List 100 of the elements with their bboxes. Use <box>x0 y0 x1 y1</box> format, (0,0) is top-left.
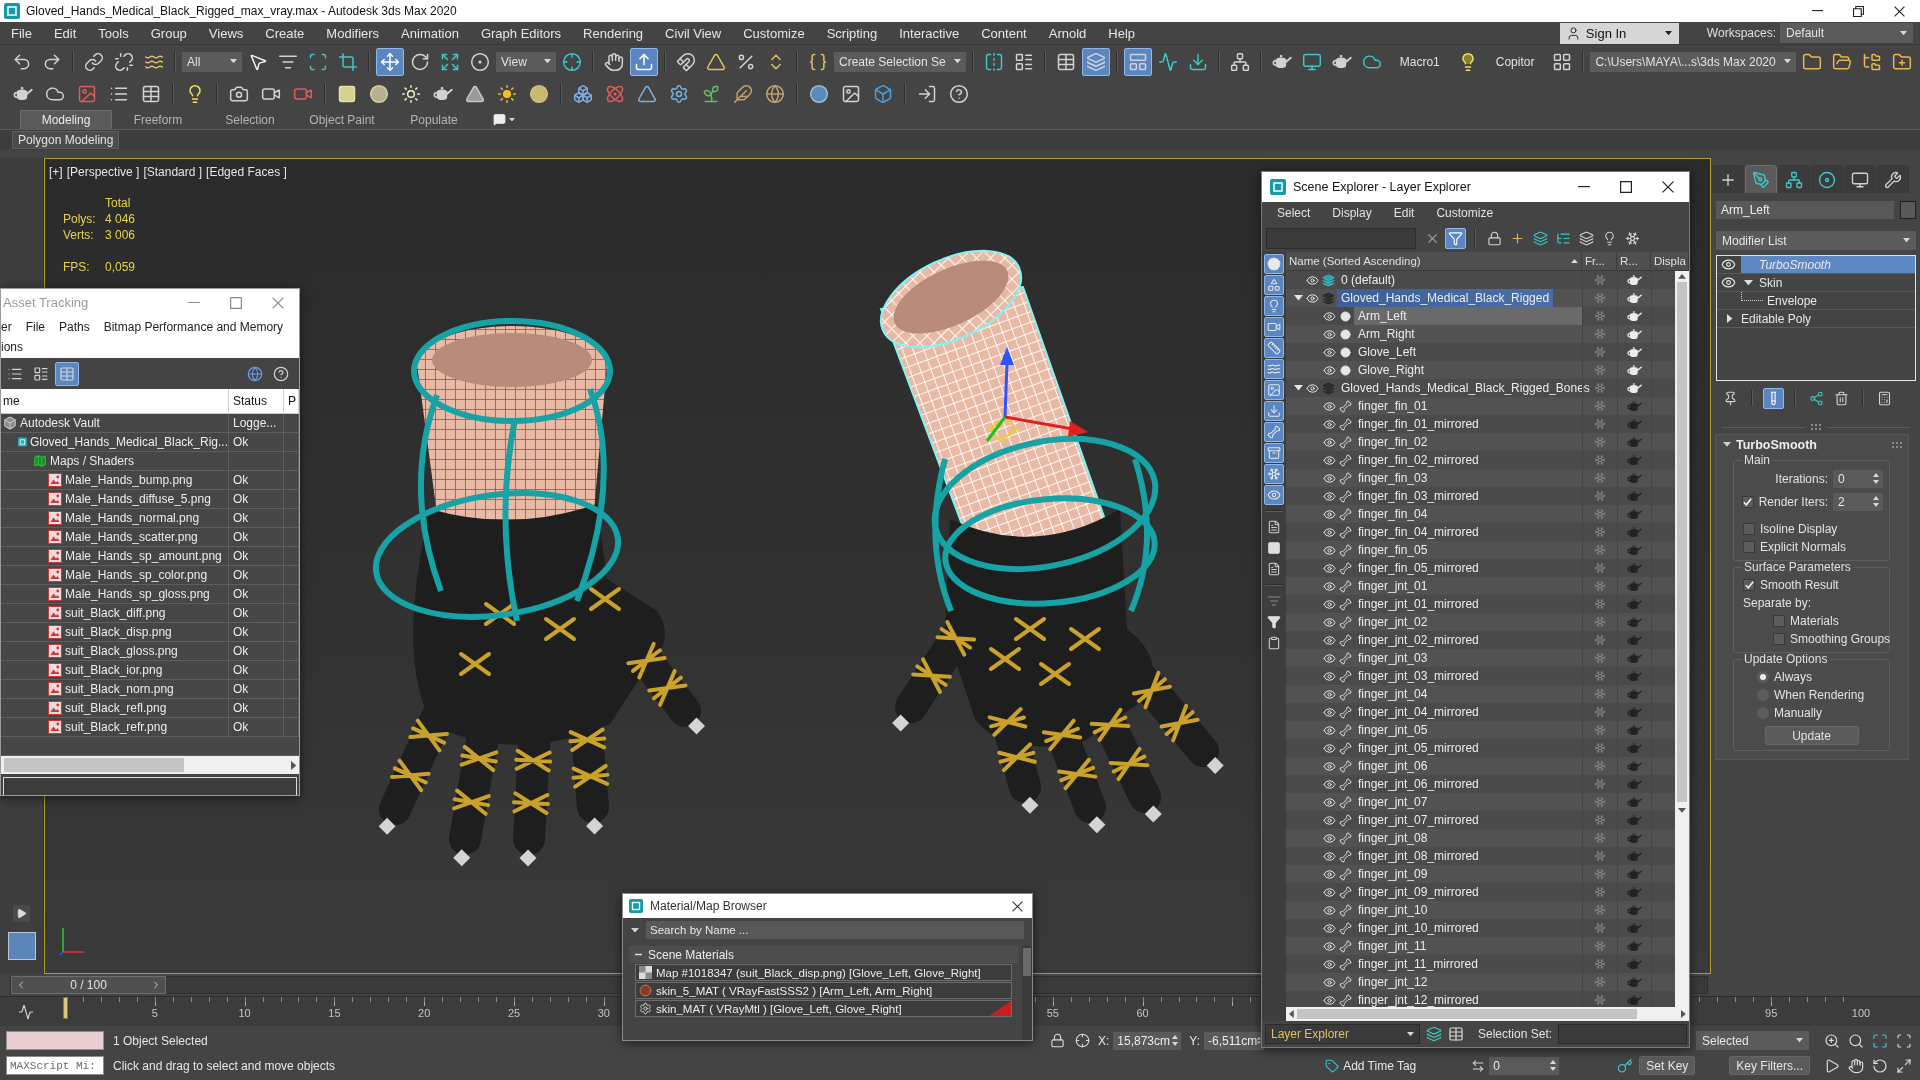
eye-icon[interactable] <box>1721 257 1736 272</box>
eye-icon[interactable] <box>1322 741 1336 755</box>
material-item[interactable]: skin_MAT ( VRayMtl ) [Glove_Left, Glove_Right] <box>635 1000 1012 1017</box>
radio-button[interactable] <box>1757 670 1769 683</box>
asset-name[interactable]: suit_Black_disp.png <box>65 625 172 639</box>
vertical-scrollbar[interactable] <box>1675 271 1689 1007</box>
asset-name[interactable]: Male_Hands_normal.png <box>65 511 200 525</box>
checkbox[interactable] <box>1773 614 1785 627</box>
asset-name[interactable]: Autodesk Vault <box>20 416 100 430</box>
expand-button[interactable] <box>13 905 30 922</box>
object-name[interactable]: Arm_Right <box>1354 325 1419 343</box>
update-button[interactable]: Update <box>1764 726 1859 745</box>
eye-icon[interactable] <box>1322 309 1336 323</box>
eye-icon[interactable] <box>1322 723 1336 737</box>
viewport-label[interactable]: [Perspective ] <box>66 165 140 179</box>
coordinate-field[interactable]: 15,873cm <box>1113 1031 1182 1050</box>
table-button[interactable] <box>55 361 79 386</box>
column-header[interactable]: P <box>284 389 299 413</box>
horizontal-scrollbar[interactable] <box>1286 1007 1689 1021</box>
eye-icon[interactable] <box>1322 993 1336 1007</box>
menu-item[interactable]: ions <box>1 339 30 355</box>
object-name[interactable]: Arm_Left <box>1354 307 1582 325</box>
eye-icon[interactable] <box>1305 381 1319 395</box>
play-icon[interactable] <box>1824 1057 1840 1074</box>
eye-icon[interactable] <box>1322 453 1336 467</box>
object-name[interactable]: Glove_Right <box>1354 361 1429 379</box>
horizontal-scrollbar[interactable] <box>1 756 299 774</box>
menu-item[interactable]: Customize <box>732 25 816 41</box>
eye-icon[interactable] <box>1322 921 1336 935</box>
asset-name[interactable]: Gloved_Hands_Medical_Black_Rig... <box>29 435 228 449</box>
macro-button[interactable]: Copitor <box>1483 52 1547 71</box>
asset-name[interactable]: Male_Hands_scatter.png <box>65 530 198 544</box>
menu-item[interactable]: Group <box>139 25 198 41</box>
column-header[interactable]: me <box>1 389 229 413</box>
toolbar-dropdown[interactable]: All <box>182 51 242 72</box>
rollout-title[interactable]: TurboSmooth <box>1736 437 1817 452</box>
layers-icon[interactable] <box>1426 1026 1442 1042</box>
asset-name[interactable]: Male_Hands_sp_gloss.png <box>65 587 210 601</box>
frozen-filter-button[interactable] <box>1264 464 1284 484</box>
eye-icon[interactable] <box>1322 345 1336 359</box>
eye-icon[interactable] <box>1322 831 1336 845</box>
search-field[interactable]: Search by Name ... <box>646 921 1024 939</box>
coordinate-field[interactable]: -6,511cm <box>1204 1031 1265 1050</box>
viewport-label[interactable]: [+] <box>49 165 63 179</box>
explorer-mode-dropdown[interactable]: Layer Explorer <box>1265 1024 1420 1044</box>
viewport-label[interactable]: [Edged Faces ] <box>206 165 287 179</box>
menu-item[interactable]: Graph Editors <box>469 25 573 41</box>
eye-icon[interactable] <box>1322 327 1336 341</box>
spinner-field[interactable]: 0 <box>1833 469 1883 488</box>
eye-icon[interactable] <box>1322 597 1336 611</box>
eye-icon[interactable] <box>1322 525 1336 539</box>
eye-icon[interactable] <box>1322 867 1336 881</box>
eye-icon[interactable] <box>1322 561 1336 575</box>
pulse-line-icon[interactable] <box>18 1003 34 1020</box>
hidden-filter-button[interactable] <box>1264 485 1284 505</box>
eye-icon[interactable] <box>1322 975 1336 989</box>
time-slider-thumb[interactable]: 0 / 100 <box>11 976 166 994</box>
menu-item[interactable]: Create <box>254 25 316 41</box>
eye-icon[interactable] <box>1721 275 1736 290</box>
menu-item[interactable]: Customize <box>1425 206 1505 220</box>
ribbon-options-button[interactable] <box>492 112 516 127</box>
key-filters-button[interactable]: Key Filters... <box>1729 1056 1810 1075</box>
checkbox[interactable] <box>1773 632 1785 645</box>
macro-recorder-field[interactable] <box>6 1031 104 1050</box>
eye-icon[interactable] <box>1322 777 1336 791</box>
toolbar-dropdown[interactable]: C:\Users\MAYA\...s\3ds Max 2020 <box>1590 51 1796 72</box>
zoom-in-icon[interactable] <box>1824 1032 1840 1049</box>
maxscript-field[interactable]: MAXScript Mi: <box>6 1056 104 1075</box>
toolbar-dropdown[interactable]: Create Selection Se <box>834 51 966 72</box>
asset-name[interactable]: Maps / Shaders <box>50 454 135 468</box>
eye-icon[interactable] <box>1322 885 1336 899</box>
ribbon-tab[interactable]: Object Paint <box>296 110 388 129</box>
eye-icon[interactable] <box>1322 903 1336 917</box>
ribbon-panel-label[interactable]: Polygon Modeling <box>12 131 120 149</box>
vertical-scrollbar[interactable] <box>1022 946 1032 1040</box>
show-end-result-button[interactable] <box>1763 387 1784 409</box>
checkbox[interactable] <box>1741 495 1754 508</box>
asset-name[interactable]: Male_Hands_sp_color.png <box>65 568 208 582</box>
ribbon-tab[interactable]: Freeform <box>112 110 204 129</box>
key-icon[interactable] <box>1617 1057 1634 1074</box>
eye-icon[interactable] <box>1322 543 1336 557</box>
modifier-item[interactable]: Envelope <box>1741 292 1915 309</box>
object-name-field[interactable]: Arm_Left <box>1716 201 1894 219</box>
menu-item[interactable]: Views <box>197 25 255 41</box>
ribbon-toggle-button[interactable] <box>1123 47 1152 76</box>
menu-item[interactable]: Tools <box>87 25 140 41</box>
ribbon-tab[interactable]: Populate <box>388 110 480 129</box>
asset-name[interactable]: Male_Hands_diffuse_5.png <box>65 492 211 506</box>
current-frame-marker[interactable] <box>63 997 68 1019</box>
modifier-item[interactable]: Editable Poly <box>1723 310 1915 327</box>
rotate-arrow-icon[interactable] <box>1872 1057 1888 1074</box>
layer-name[interactable]: 0 (default) <box>1337 271 1400 289</box>
shortcut-override-button[interactable] <box>630 47 658 76</box>
eye-icon[interactable] <box>1322 507 1336 521</box>
color-swatch[interactable] <box>1900 201 1916 219</box>
eye-icon[interactable] <box>1322 651 1336 665</box>
helpers-filter-button[interactable] <box>1264 338 1284 358</box>
maximize-button[interactable] <box>1617 178 1635 196</box>
cameras-filter-button[interactable] <box>1264 317 1284 337</box>
menu-item[interactable]: Scripting <box>815 25 889 41</box>
